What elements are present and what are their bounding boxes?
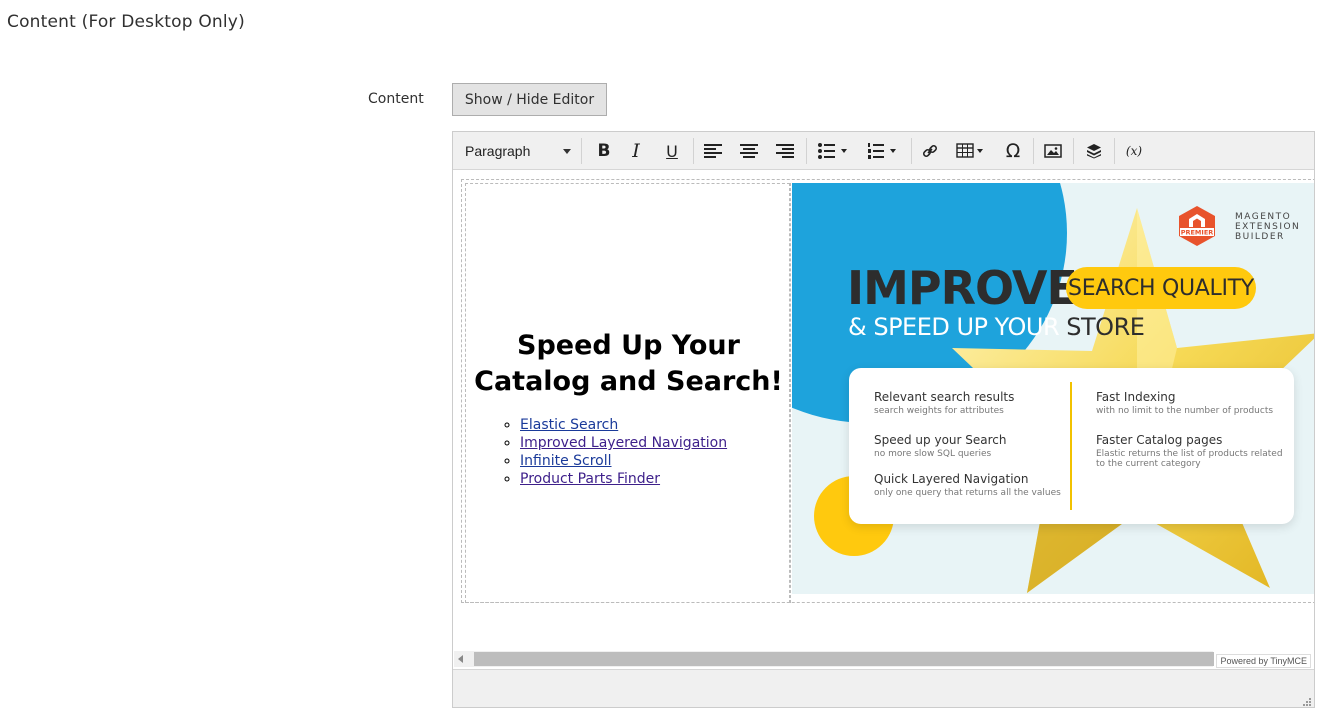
wysiwyg-editor: Paragraph B I U Ω (x) Speed Up Your Cata… <box>452 131 1315 708</box>
toolbar-separator <box>1114 138 1115 164</box>
table-icon <box>956 143 983 158</box>
bold-button[interactable]: B <box>589 136 619 166</box>
italic-icon: I <box>632 140 640 162</box>
align-left-button[interactable] <box>698 136 728 166</box>
editor-statusbar <box>453 669 1314 707</box>
align-right-icon <box>776 144 794 158</box>
align-right-button[interactable] <box>770 136 800 166</box>
feature-title: Faster Catalog pages <box>1096 433 1223 447</box>
image-icon <box>1044 144 1062 158</box>
link-button[interactable] <box>915 136 945 166</box>
banner-headline: IMPROVE <box>847 261 1078 315</box>
feature-item: Faster Catalog pages Elastic returns the… <box>1096 433 1284 469</box>
link-icon <box>922 144 938 158</box>
bullet-list-button[interactable] <box>811 136 855 166</box>
feature-item: Relevant search results search weights f… <box>874 390 1014 416</box>
show-hide-editor-button[interactable]: Show / Hide Editor <box>452 83 607 116</box>
variable-icon: (x) <box>1125 144 1143 158</box>
content-left-cell: Speed Up Your Catalog and Search! Elasti… <box>465 183 790 603</box>
resize-handle-icon[interactable] <box>1301 696 1311 706</box>
omega-icon: Ω <box>1005 140 1021 162</box>
feature-subtitle: with no limit to the number of products <box>1096 406 1274 416</box>
bullet-list-icon <box>818 143 847 159</box>
toolbar-separator <box>911 138 912 164</box>
format-select-value: Paragraph <box>465 143 531 159</box>
content-headline: Speed Up Your Catalog and Search! <box>474 330 783 397</box>
section-title: Content (For Desktop Only) <box>7 12 245 32</box>
editor-toolbar: Paragraph B I U Ω (x) <box>453 132 1314 170</box>
chevron-down-icon <box>563 148 571 154</box>
insert-image-button[interactable] <box>1038 136 1068 166</box>
powered-by-tinymce[interactable]: Powered by TinyMCE <box>1216 654 1311 668</box>
feature-item: Quick Layered Navigation only one query … <box>874 472 1061 498</box>
underline-icon: U <box>666 141 678 161</box>
scrollbar-thumb[interactable] <box>474 652 1214 666</box>
content-field-label: Content <box>368 91 424 107</box>
feature-title: Fast Indexing <box>1096 390 1176 404</box>
feature-title: Quick Layered Navigation <box>874 472 1029 486</box>
bold-icon: B <box>597 141 611 161</box>
feature-item: Speed up your Search no more slow SQL qu… <box>874 433 1007 459</box>
toolbar-separator <box>581 138 582 164</box>
feature-item: Fast Indexing with no limit to the numbe… <box>1096 390 1273 416</box>
toolbar-separator <box>1033 138 1034 164</box>
align-left-icon <box>704 144 722 158</box>
feature-card: Relevant search results search weights f… <box>849 368 1294 524</box>
subline-prefix: & SPEED UP YOUR <box>848 313 1060 341</box>
logo-line: BUILDER <box>1235 232 1285 242</box>
search-quality-pill: SEARCH QUALITY <box>1066 267 1256 309</box>
logo-line: MAGENTO <box>1235 212 1292 222</box>
list-item: Product Parts Finder <box>520 470 727 488</box>
promo-banner-image[interactable]: PREMIER MAGENTO EXTENSION BUILDER IMPROV… <box>792 183 1314 594</box>
subline-store: STORE <box>1066 313 1145 341</box>
feature-title: Speed up your Search <box>874 433 1007 447</box>
elastic-search-link[interactable]: Elastic Search <box>520 417 618 433</box>
format-select[interactable]: Paragraph <box>457 136 577 166</box>
insert-variable-button[interactable]: (x) <box>1119 136 1149 166</box>
feature-subtitle: Elastic returns the list of products rel… <box>1096 449 1283 469</box>
logo-wordmark: MAGENTO EXTENSION BUILDER <box>1235 212 1300 242</box>
content-right-cell: PREMIER MAGENTO EXTENSION BUILDER IMPROV… <box>790 183 1314 603</box>
logo-line: EXTENSION <box>1235 222 1301 232</box>
italic-button[interactable]: I <box>621 136 651 166</box>
list-item: Improved Layered Navigation <box>520 434 727 452</box>
logo-badge-text: PREMIER <box>1181 229 1214 237</box>
premier-logo-icon: PREMIER <box>1179 206 1215 246</box>
feature-title: Relevant search results <box>874 390 1015 404</box>
editor-content-area[interactable]: Speed Up Your Catalog and Search! Elasti… <box>453 171 1314 650</box>
feature-subtitle: only one query that returns all the valu… <box>874 488 1061 498</box>
align-center-button[interactable] <box>734 136 764 166</box>
underline-button[interactable]: U <box>657 136 687 166</box>
infinite-scroll-link[interactable]: Infinite Scroll <box>520 453 612 469</box>
numbered-list-button[interactable] <box>861 136 905 166</box>
feature-link-list: Elastic Search Improved Layered Navigati… <box>496 416 727 488</box>
widget-icon <box>1087 144 1101 159</box>
toolbar-separator <box>693 138 694 164</box>
card-divider <box>1070 382 1072 510</box>
toolbar-separator <box>806 138 807 164</box>
product-parts-finder-link[interactable]: Product Parts Finder <box>520 471 660 487</box>
insert-widget-button[interactable] <box>1079 136 1109 166</box>
list-item: Infinite Scroll <box>520 452 727 470</box>
horizontal-scrollbar[interactable] <box>454 651 1214 667</box>
table-button[interactable] <box>951 136 991 166</box>
feature-subtitle: search weights for attributes <box>874 406 1004 416</box>
improved-layered-navigation-link[interactable]: Improved Layered Navigation <box>520 435 727 451</box>
numbered-list-icon <box>868 143 896 159</box>
toolbar-separator <box>1073 138 1074 164</box>
scroll-left-arrow-icon[interactable] <box>458 655 463 663</box>
banner-subline: & SPEED UP YOUR STORE <box>848 313 1145 341</box>
align-center-icon <box>740 144 758 158</box>
special-character-button[interactable]: Ω <box>998 136 1028 166</box>
list-item: Elastic Search <box>520 416 727 434</box>
feature-subtitle: no more slow SQL queries <box>874 449 992 459</box>
